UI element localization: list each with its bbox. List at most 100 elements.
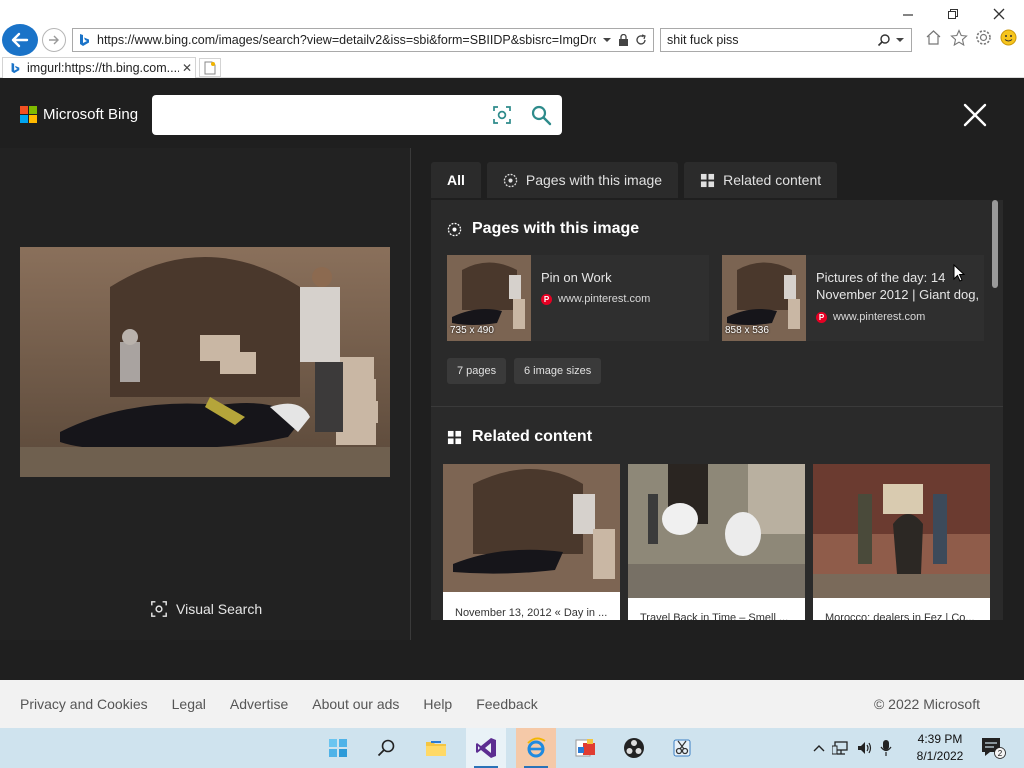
page-card[interactable]: 735 x 490 Pin on Work P www.pinterest.co… [447,255,709,341]
obs-app-button[interactable] [614,728,654,768]
new-tab-icon [204,61,216,74]
snipping-tool-icon [673,739,691,757]
refresh-icon[interactable] [635,34,647,46]
system-tray [812,728,892,768]
tab-title: imgurl:https://th.bing.com.... [27,61,179,75]
start-button[interactable] [318,728,358,768]
microsoft-bing-logo[interactable]: Microsoft Bing [20,106,138,123]
new-tab-button[interactable] [199,58,221,77]
help-link[interactable]: Help [423,696,452,712]
related-image[interactable] [443,464,620,592]
dropdown-arrow-icon[interactable] [602,35,612,45]
bing-favicon-icon [11,62,20,74]
taskbar-search-button[interactable] [366,728,406,768]
arrow-right-icon [49,35,59,45]
related-caption[interactable]: Travel Back in Time – Smell ... [640,612,795,620]
page-source[interactable]: P www.pinterest.com [816,311,925,323]
page-source[interactable]: P www.pinterest.com [541,293,650,305]
visual-search-button[interactable]: Visual Search [150,600,262,618]
advertise-link[interactable]: Advertise [230,696,288,712]
microphone-icon[interactable] [880,739,892,757]
image-sizes-chip[interactable]: 6 image sizes [514,358,602,384]
clock-time: 4:39 PM [917,732,963,746]
search-dropdown-icon[interactable] [895,35,905,45]
internet-explorer-button[interactable] [516,728,556,768]
minimize-button[interactable] [893,4,923,24]
bing-favicon-icon [80,34,89,46]
privacy-link[interactable]: Privacy and Cookies [20,696,148,712]
settings-button[interactable] [974,28,993,47]
results-scrollbar[interactable] [992,200,998,620]
visual-studio-button[interactable] [466,728,506,768]
forward-button[interactable] [42,28,66,52]
search-icon [377,739,395,757]
bing-header: Microsoft Bing [0,78,1024,148]
main-image[interactable] [20,247,390,477]
search-icon[interactable] [877,33,891,47]
related-card[interactable]: Morocco: dealers in Fez | Co... [813,464,990,620]
feedback-link[interactable]: Feedback [476,696,537,712]
section-divider [431,406,1003,407]
feedback-smiley-button[interactable] [999,28,1018,47]
pages-section-title: Pages with this image [447,220,639,238]
browser-search-text[interactable]: shit fuck piss [667,33,877,47]
maximize-button[interactable] [938,4,968,24]
back-button[interactable] [2,24,38,56]
related-card[interactable]: November 13, 2012 « Day in ... [443,464,620,620]
home-button[interactable] [924,28,943,47]
close-window-button[interactable] [984,4,1014,24]
related-card[interactable]: Travel Back in Time – Smell ... [628,464,805,620]
related-caption[interactable]: Morocco: dealers in Fez | Co... [825,612,980,620]
tab-pages-with-image[interactable]: Pages with this image [486,162,679,198]
navigation-bar: https://www.bing.com/images/search?view=… [0,24,1024,56]
address-url[interactable]: https://www.bing.com/images/search?view=… [97,33,596,47]
favorites-button[interactable] [949,28,968,47]
bing-search-input[interactable] [162,103,482,127]
browser-toolbar-icons [924,28,1018,47]
bing-search-box[interactable] [152,95,562,135]
internet-explorer-icon [527,737,546,758]
scrollbar-thumb[interactable] [992,200,998,288]
close-overlay-icon[interactable] [962,102,988,128]
tab-current[interactable]: imgurl:https://th.bing.com.... ✕ [2,57,196,78]
related-image[interactable] [813,464,990,598]
volume-icon[interactable] [856,740,874,756]
file-explorer-button[interactable] [416,728,456,768]
visual-search-label: Visual Search [176,601,263,617]
chevron-up-icon[interactable] [812,741,826,755]
lock-icon[interactable] [618,34,629,46]
about-ads-link[interactable]: About our ads [312,696,399,712]
windows-taskbar: 4:39 PM 8/1/2022 2 [0,728,1024,768]
globe-icon [447,222,462,236]
related-caption[interactable]: November 13, 2012 « Day in ... [455,607,610,619]
search-icon[interactable] [530,104,552,126]
mouse-cursor-icon [953,264,965,282]
page-title[interactable]: Pin on Work [541,269,709,286]
notification-count: 2 [998,749,1003,758]
visual-search-icon [151,601,167,617]
microsoft-logo-icon [20,106,37,123]
bing-footer: Privacy and Cookies Legal Advertise Abou… [0,680,1024,728]
related-photo-icon [813,464,990,598]
taskbar-clock[interactable]: 4:39 PM 8/1/2022 [912,731,968,765]
page-card[interactable]: 858 x 536 Pictures of the day: 14 Novemb… [722,255,984,341]
page-thumbnail[interactable]: 858 x 536 [722,255,806,341]
network-icon[interactable] [832,740,850,756]
legal-link[interactable]: Legal [172,696,206,712]
address-bar[interactable]: https://www.bing.com/images/search?view=… [72,28,654,52]
tab-close-button[interactable]: ✕ [179,61,195,75]
related-image[interactable] [628,464,805,598]
tab-related-content[interactable]: Related content [684,162,838,198]
clock-date: 8/1/2022 [916,749,964,763]
paint-app-button[interactable] [566,728,606,768]
pinterest-icon: P [541,293,552,305]
tab-all[interactable]: All [431,162,481,198]
image-dimensions: 735 x 490 [450,325,494,336]
snipping-tool-button[interactable] [662,728,702,768]
visual-search-icon[interactable] [492,105,512,125]
pages-count-chip[interactable]: 7 pages [447,358,507,384]
page-thumbnail[interactable]: 735 x 490 [447,255,531,341]
notification-center-icon[interactable]: 2 [980,736,1006,760]
browser-search-box[interactable]: shit fuck piss [660,28,912,52]
page-source-text: www.pinterest.com [558,293,651,305]
